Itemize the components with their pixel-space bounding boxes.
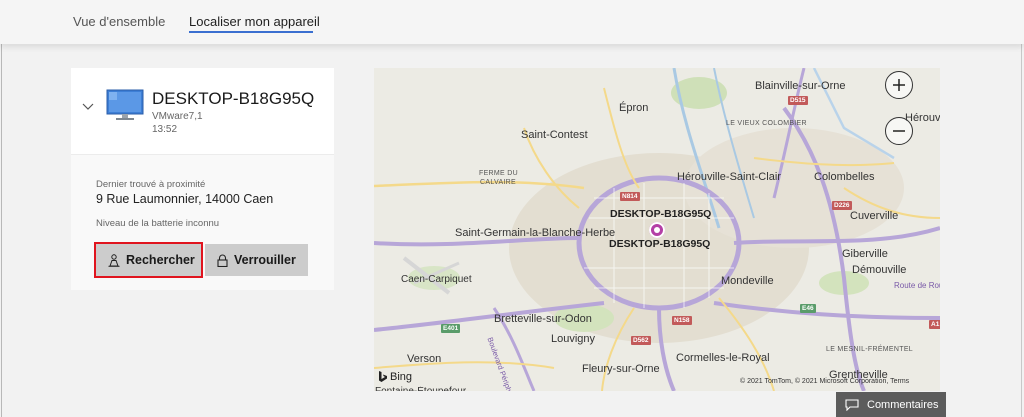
road-badge-e401: E401 (441, 324, 461, 333)
map-label-ferme-du: FERME DU (479, 170, 518, 177)
device-name: DESKTOP-B18G95Q (152, 89, 315, 108)
map-label-vieux-colombier: LE VIEUX COLOMBIER (726, 120, 807, 127)
lock-icon (217, 254, 228, 267)
map-label-demouville: Démouville (852, 264, 907, 276)
pin-label-device-2: DESKTOP-B18G95Q (609, 238, 711, 250)
road-badge-d562: D562 (631, 336, 651, 345)
bing-label: Bing (390, 371, 413, 383)
lock-button[interactable]: Verrouiller (205, 244, 308, 276)
tab-overview[interactable]: Vue d'ensemble (73, 14, 165, 29)
zoom-in-button[interactable] (885, 71, 913, 99)
road-badge-e46: E46 (800, 304, 816, 313)
chevron-down-icon[interactable] (82, 102, 94, 112)
map-label-herouville-saint-clair: Hérouville-Saint-Clair (677, 171, 781, 183)
map-label-mondeville: Mondeville (721, 275, 774, 287)
road-badge-d226: D226 (832, 201, 852, 210)
map-label-giberville: Giberville (842, 248, 888, 260)
map-label-saint-germain: Saint-Germain-la-Blanche-Herbe (455, 227, 616, 239)
map-label-route-de-rou: Route de Rou (894, 281, 940, 290)
map-copyright[interactable]: © 2021 TomTom, © 2021 Microsoft Corporat… (740, 378, 909, 385)
plus-icon (893, 79, 905, 91)
map-label-blainville: Blainville-sur-Orne (755, 80, 846, 92)
road-badge-n814: N814 (620, 192, 640, 201)
minus-icon (893, 130, 905, 132)
map-label-louvigny: Louvigny (551, 333, 596, 345)
device-location-pin[interactable] (649, 222, 665, 238)
device-time: 13:52 (152, 124, 178, 135)
comment-icon (845, 398, 859, 411)
last-found-label: Dernier trouvé à proximité (96, 179, 206, 190)
map-label-le-mesnil: LE MESNIL-FRÉMENTEL (826, 346, 913, 353)
person-location-icon (108, 253, 120, 267)
map-label-cormelles: Cormelles-le-Royal (676, 352, 770, 364)
bing-icon (379, 371, 387, 382)
window-left-border (1, 0, 2, 417)
map-label-verson: Verson (407, 353, 442, 365)
feedback-button[interactable]: Commentaires (836, 392, 946, 417)
map-label-caen-carpiquet: Caen-Carpiquet (401, 274, 472, 285)
search-button-label: Rechercher (126, 253, 195, 267)
device-model: VMware7,1 (152, 111, 203, 122)
zoom-out-button[interactable] (885, 117, 913, 145)
map-label-cuverville: Cuverville (850, 210, 899, 222)
window-right-border (1021, 0, 1022, 417)
map-label-fontaine: Fontaine-Étoupefour (375, 386, 466, 391)
map-label-bretteville: Bretteville-sur-Odon (494, 313, 592, 325)
active-tab-indicator (189, 31, 313, 33)
lock-button-label: Verrouiller (234, 253, 296, 267)
map-label-fleury: Fleury-sur-Orne (582, 363, 660, 375)
map-label-saint-contest: Saint-Contest (521, 129, 588, 141)
road-badge-a13: A1 (929, 320, 940, 329)
device-address: 9 Rue Laumonnier, 14000 Caen (96, 192, 274, 206)
desktop-pc-icon (106, 89, 144, 120)
tab-bar: Vue d'ensemble Localiser mon appareil (0, 0, 1024, 44)
feedback-label: Commentaires (867, 398, 939, 411)
map-label-colombelles: Colombelles (814, 171, 875, 183)
road-badge-d515: D515 (788, 96, 808, 105)
map-label-epron: Épron (619, 102, 649, 114)
battery-status: Niveau de la batterie inconnu (96, 218, 220, 229)
road-badge-n158: N158 (672, 316, 692, 325)
bing-logo: Bing (378, 371, 412, 383)
tab-find-my-device[interactable]: Localiser mon appareil (189, 14, 320, 29)
search-button[interactable]: Rechercher (94, 242, 203, 278)
pin-label-device: DESKTOP-B18G95Q (610, 208, 712, 220)
map-label-calvaire: CALVAIRE (480, 179, 516, 186)
